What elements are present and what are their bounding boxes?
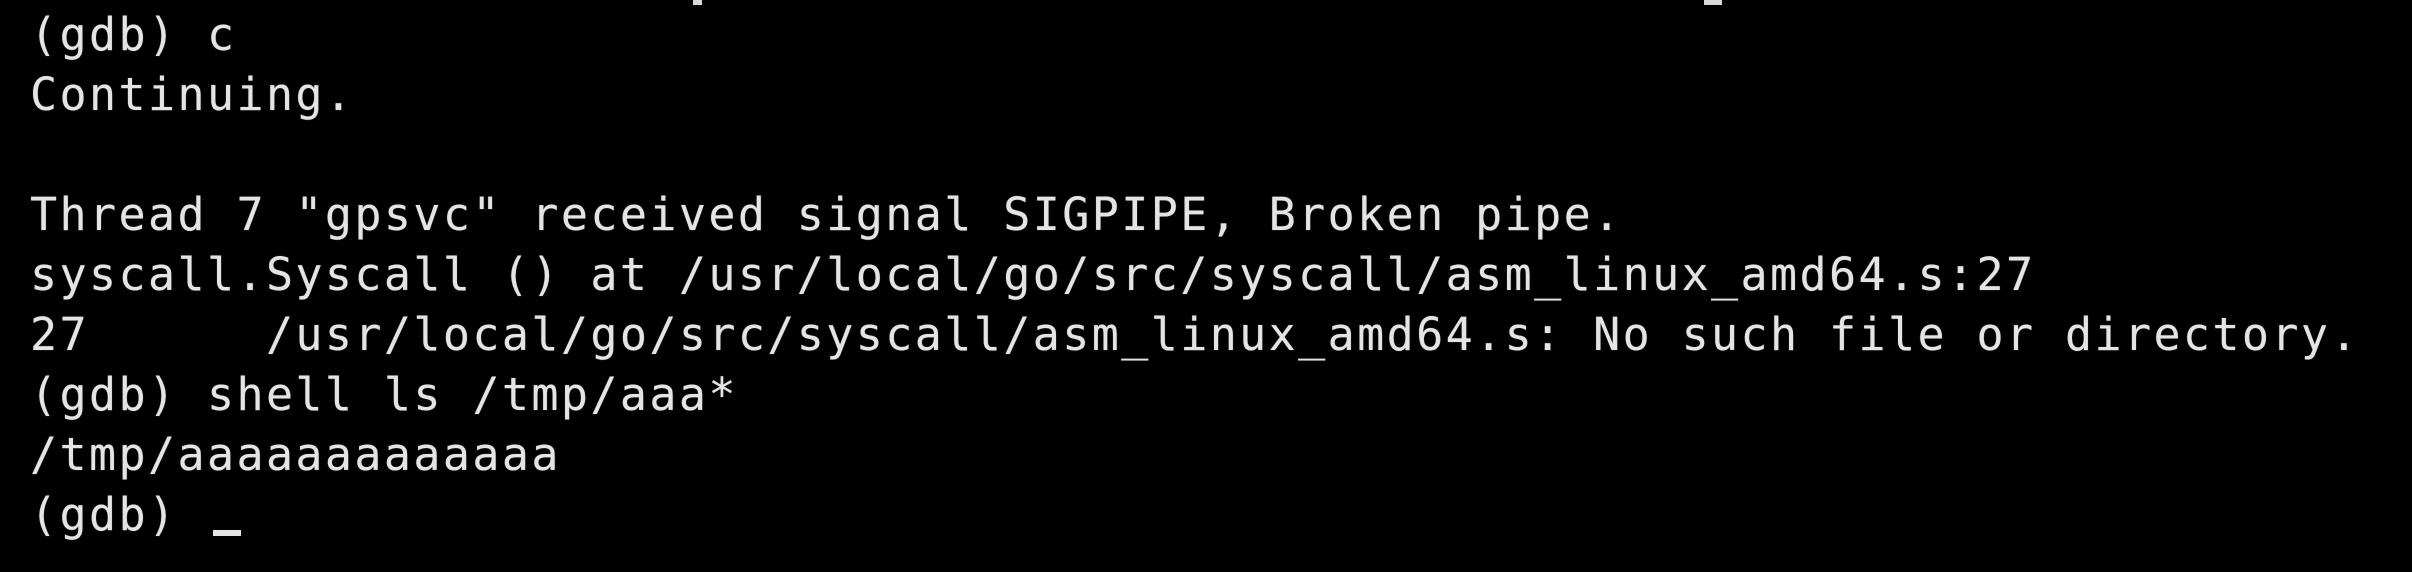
terminal-line-source-not-found: 27 /usr/local/go/src/syscall/asm_linux_a… — [30, 308, 2360, 361]
terminal-line-ls-output: /tmp/aaaaaaaaaaaaa — [30, 428, 561, 481]
text-cursor — [212, 530, 241, 536]
scrolled-off-text-fragment — [1704, 0, 1722, 5]
terminal-line-gdb-continue-command: (gdb) c — [30, 8, 237, 61]
terminal-prompt-line[interactable]: (gdb) — [30, 485, 241, 545]
terminal-line-shell-ls-command: (gdb) shell ls /tmp/aaa* — [30, 368, 738, 421]
terminal-window[interactable]: (gdb) c Continuing. Thread 7 "gpsvc" rec… — [0, 0, 2412, 572]
gdb-prompt: (gdb) — [30, 488, 207, 541]
terminal-line-stack-frame: syscall.Syscall () at /usr/local/go/src/… — [30, 248, 2036, 301]
scrolled-off-text-fragment — [693, 0, 702, 5]
terminal-line-continuing: Continuing. — [30, 68, 355, 121]
terminal-line-signal-message: Thread 7 "gpsvc" received signal SIGPIPE… — [30, 188, 1623, 241]
